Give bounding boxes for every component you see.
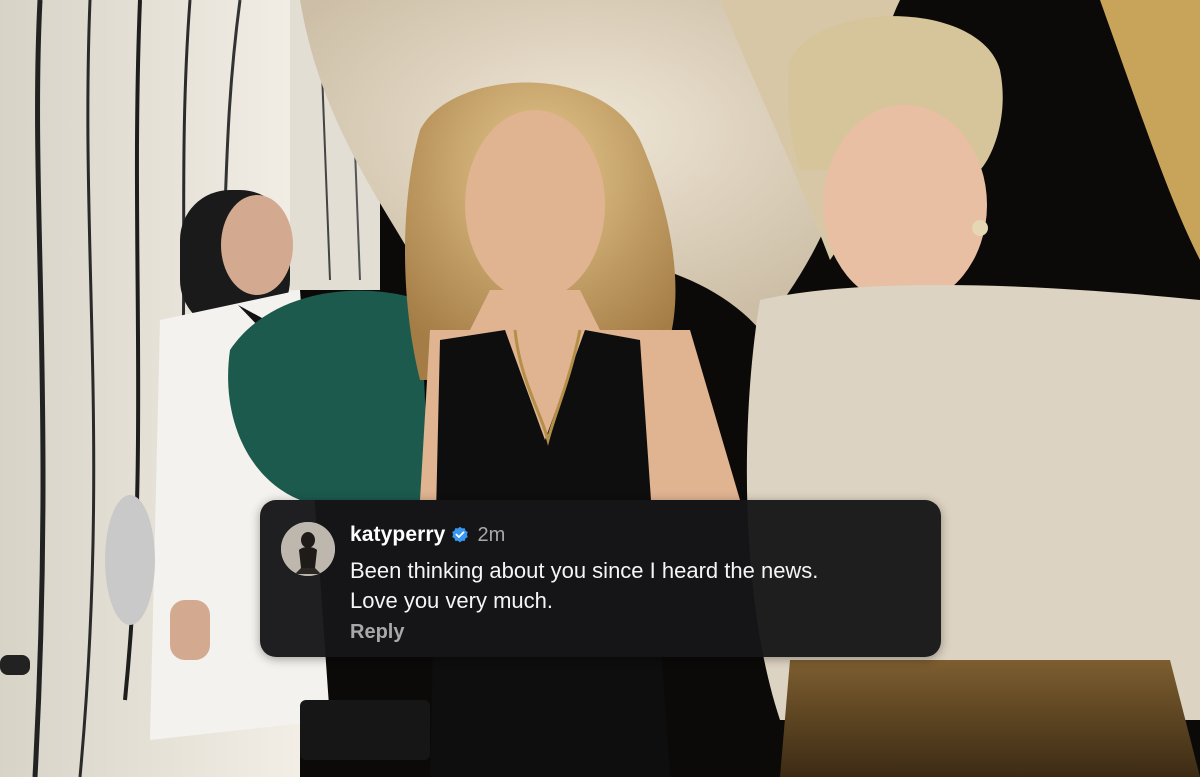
username[interactable]: katyperry [350,523,445,547]
comment-line: Been thinking about you since I heard th… [350,558,819,583]
background-photo [0,0,1200,777]
comment-card: katyperry 2m Been thinking about you sin… [260,500,941,657]
reply-button[interactable]: Reply [350,621,404,644]
avatar[interactable] [281,522,335,576]
timestamp: 2m [477,523,506,546]
profile-photo-icon [281,522,335,576]
comment-text: Been thinking about you since I heard th… [350,556,920,616]
comment-line: Love you very much. [350,588,553,613]
verified-badge-icon [452,526,469,543]
comment-header: katyperry 2m [350,520,505,550]
green-garment [228,290,430,500]
